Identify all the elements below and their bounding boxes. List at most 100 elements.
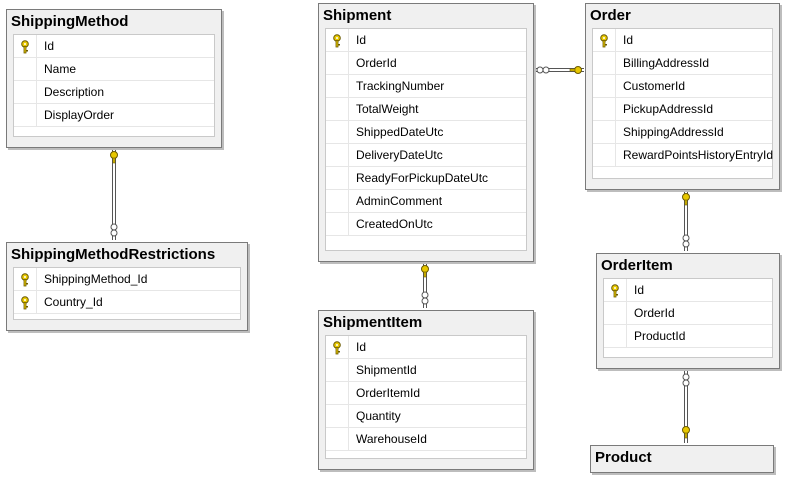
- column-name: ShippedDateUtc: [356, 125, 444, 139]
- one-end-key-icon: [110, 151, 118, 164]
- column-name: ShippingMethod_Id: [44, 272, 148, 286]
- column-row[interactable]: Name: [14, 58, 214, 81]
- primary-key-icon: [331, 33, 343, 48]
- primary-key-icon: [598, 33, 610, 48]
- column-name: Name: [44, 62, 77, 76]
- row-gutter: [326, 75, 349, 97]
- column-row[interactable]: Id: [326, 29, 526, 52]
- row-gutter: [326, 98, 349, 120]
- column-row[interactable]: Country_Id: [14, 291, 240, 314]
- column-row[interactable]: AdminComment: [326, 190, 526, 213]
- table-title: ShippingMethodRestrictions: [11, 246, 216, 263]
- many-end-infinity-icon: [536, 66, 544, 74]
- row-gutter: [14, 81, 37, 103]
- row-gutter: [326, 52, 349, 74]
- column-name: Id: [623, 33, 634, 47]
- row-gutter: [593, 29, 616, 51]
- column-row[interactable]: Quantity: [326, 405, 526, 428]
- column-row[interactable]: ShippedDateUtc: [326, 121, 526, 144]
- column-name: ShipmentId: [356, 363, 417, 377]
- table-title: Product: [595, 449, 652, 466]
- column-name: OrderId: [634, 306, 675, 320]
- table-orderitem[interactable]: OrderItem Id OrderId ProductId: [596, 253, 780, 369]
- column-name: PickupAddressId: [623, 102, 714, 116]
- row-gutter: [593, 144, 616, 166]
- column-row[interactable]: OrderItemId: [326, 382, 526, 405]
- row-gutter: [326, 359, 349, 381]
- row-gutter: [14, 291, 37, 313]
- row-gutter: [14, 58, 37, 80]
- many-end-infinity-icon: [542, 66, 550, 74]
- row-gutter: [14, 268, 37, 290]
- column-row[interactable]: ReadyForPickupDateUtc: [326, 167, 526, 190]
- column-row[interactable]: TrackingNumber: [326, 75, 526, 98]
- column-name: Id: [44, 39, 55, 53]
- one-end-key-icon: [421, 265, 429, 278]
- many-end-infinity-icon: [110, 229, 118, 237]
- column-row[interactable]: Id: [604, 279, 772, 302]
- column-row[interactable]: RewardPointsHistoryEntryId: [593, 144, 774, 167]
- column-row[interactable]: ShippingAddressId: [593, 121, 772, 144]
- one-end-key-icon: [682, 426, 690, 439]
- column-name: RewardPointsHistoryEntryId: [623, 148, 774, 162]
- column-name: Id: [356, 33, 367, 47]
- column-name: Country_Id: [44, 295, 103, 309]
- row-gutter: [326, 405, 349, 427]
- column-row[interactable]: DisplayOrder: [14, 104, 214, 127]
- row-gutter: [326, 428, 349, 450]
- row-gutter: [593, 121, 616, 143]
- column-row[interactable]: ProductId: [604, 325, 772, 348]
- column-row[interactable]: DeliveryDateUtc: [326, 144, 526, 167]
- column-list: ShippingMethod_Id Country_Id: [13, 267, 241, 320]
- column-row[interactable]: CreatedOnUtc: [326, 213, 526, 236]
- column-row[interactable]: ShippingMethod_Id: [14, 268, 240, 291]
- column-list: Id OrderId TrackingNumber TotalWeight Shippe…: [325, 28, 527, 251]
- table-shippingmethodrestrictions[interactable]: ShippingMethodRestrictions ShippingMethod…: [6, 242, 248, 331]
- column-row[interactable]: OrderId: [326, 52, 526, 75]
- column-name: Quantity: [356, 409, 401, 423]
- table-order[interactable]: Order Id BillingAddressId CustomerId PickupA…: [585, 3, 780, 190]
- column-name: CustomerId: [623, 79, 686, 93]
- table-shippingmethod[interactable]: ShippingMethod Id Name Description DisplayOr…: [6, 9, 222, 148]
- column-name: DeliveryDateUtc: [356, 148, 443, 162]
- primary-key-icon: [331, 340, 343, 355]
- column-name: AdminComment: [356, 194, 443, 208]
- column-row[interactable]: Id: [593, 29, 772, 52]
- row-gutter: [604, 325, 627, 347]
- column-name: Id: [634, 283, 645, 297]
- column-name: DisplayOrder: [44, 108, 115, 122]
- row-gutter: [593, 98, 616, 120]
- column-row[interactable]: Id: [326, 336, 526, 359]
- table-title: OrderItem: [601, 257, 673, 274]
- column-name: BillingAddressId: [623, 56, 710, 70]
- column-row[interactable]: PickupAddressId: [593, 98, 772, 121]
- table-product[interactable]: Product: [590, 445, 774, 473]
- column-row[interactable]: BillingAddressId: [593, 52, 772, 75]
- column-row[interactable]: CustomerId: [593, 75, 772, 98]
- column-name: ReadyForPickupDateUtc: [356, 171, 489, 185]
- column-row[interactable]: Description: [14, 81, 214, 104]
- column-list: Id Name Description DisplayOrder: [13, 34, 215, 137]
- many-end-infinity-icon: [682, 379, 690, 387]
- column-row[interactable]: WarehouseId: [326, 428, 526, 451]
- row-gutter: [14, 35, 37, 57]
- column-row[interactable]: ShipmentId: [326, 359, 526, 382]
- column-row[interactable]: Id: [14, 35, 214, 58]
- column-row[interactable]: OrderId: [604, 302, 772, 325]
- primary-key-icon: [19, 39, 31, 54]
- column-name: WarehouseId: [356, 432, 427, 446]
- many-end-infinity-icon: [682, 234, 690, 242]
- primary-key-icon: [609, 283, 621, 298]
- column-name: TrackingNumber: [356, 79, 445, 93]
- table-shipment[interactable]: Shipment Id OrderId TrackingNumber TotalWeig…: [318, 3, 534, 262]
- row-gutter: [326, 121, 349, 143]
- row-gutter: [14, 104, 37, 126]
- one-end-key-icon: [682, 193, 690, 206]
- column-name: TotalWeight: [356, 102, 419, 116]
- table-shipmentitem[interactable]: ShipmentItem Id ShipmentId OrderItemId Quant…: [318, 310, 534, 470]
- column-list: Id BillingAddressId CustomerId PickupAddres…: [592, 28, 773, 179]
- many-end-infinity-icon: [682, 373, 690, 381]
- many-end-infinity-icon: [110, 223, 118, 231]
- row-gutter: [604, 279, 627, 301]
- column-row[interactable]: TotalWeight: [326, 98, 526, 121]
